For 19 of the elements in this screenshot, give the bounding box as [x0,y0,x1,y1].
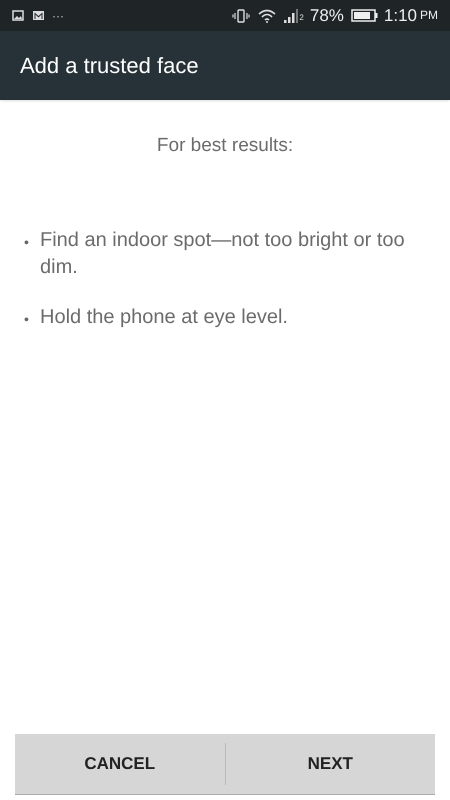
vibrate-icon [232,8,250,24]
screen-title: Add a trusted face [20,52,199,80]
battery-icon [350,9,378,22]
battery-percent: 78% [310,4,344,27]
wifi-icon [258,8,276,22]
tip-text: Hold the phone at eye level. [40,304,288,330]
cancel-button[interactable]: CANCEL [15,734,224,794]
more-notifications-icon: ··· [52,10,64,22]
bullet: • [24,232,30,252]
image-icon [12,10,24,21]
sim-number: 2 [299,12,304,24]
bullet: • [24,310,30,328]
next-button[interactable]: NEXT [226,734,435,794]
tip-text: Find an indoor spot—not too bright or too dim. [40,228,406,280]
section-heading: For best results: [156,134,294,158]
signal-icon [284,8,298,22]
mail-icon [32,10,45,21]
clock-time: 1:10 [384,4,417,27]
clock-period: PM [420,7,438,24]
